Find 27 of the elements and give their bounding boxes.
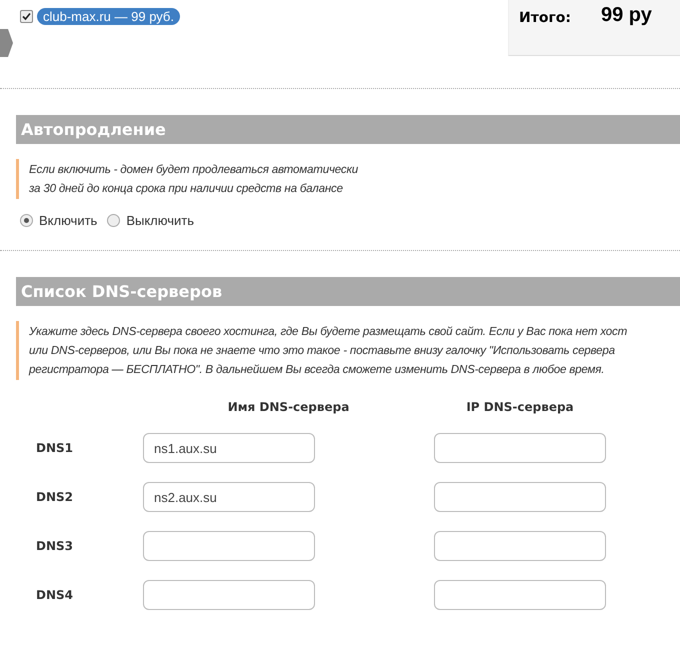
radio-label: Включить: [39, 213, 98, 228]
section-header: Автопродление: [16, 115, 680, 144]
radio-label: Выключить: [126, 213, 194, 228]
input-field[interactable]: [434, 482, 606, 512]
input-field[interactable]: ns2.aux.su: [143, 482, 315, 512]
row-label: DNS4: [36, 588, 74, 602]
note: Если включить - домен будет продлеваться автоматически за 30 дней до конца срока при наличии средств на балансе: [16, 159, 680, 199]
input-field[interactable]: [143, 531, 315, 561]
input-field[interactable]: [434, 433, 606, 463]
note: Укажите здесь DNS-сервера своего хостинга, где Вы будете размещать свой сайт. Если у Вас пока нет хост или DNS-серверов, или Вы пока не знаете что это такое - поставьте внизу галочку "Использовать сервера регистратора — БЕСПЛАТНО". В дальнейшем Вы всегда сможете изменить DNS-сервера в любое время.: [16, 321, 680, 380]
checkbox[interactable]: [20, 10, 33, 23]
radio-button[interactable]: [20, 214, 33, 227]
column-header: IP DNS-сервера: [465, 400, 575, 414]
input-field[interactable]: [434, 531, 606, 561]
column-header: Имя DNS-сервера: [226, 400, 350, 414]
total-amount: 99 ру: [600, 4, 652, 27]
input-field[interactable]: ns1.aux.su: [143, 433, 315, 463]
arrow-tab-icon[interactable]: [0, 29, 13, 57]
domain-tag: club-max.ru — 99 руб.: [37, 8, 180, 25]
row-label: DNS3: [36, 539, 74, 553]
row-label: DNS2: [36, 490, 74, 504]
row-label: DNS1: [36, 441, 74, 455]
input-field[interactable]: [434, 580, 606, 610]
total-label: Итого:: [519, 10, 571, 26]
section-header: Список DNS-серверов: [16, 277, 680, 306]
radio-button[interactable]: [107, 214, 120, 227]
input-field[interactable]: [143, 580, 315, 610]
